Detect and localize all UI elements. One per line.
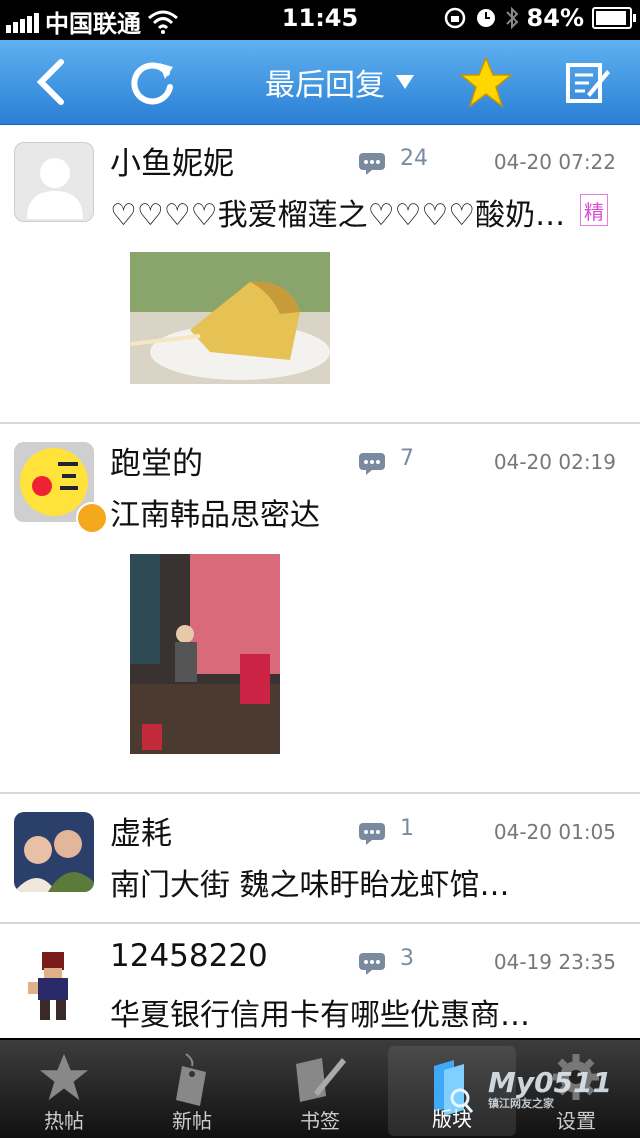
reply-count: 24 (400, 146, 428, 171)
comment-icon (359, 953, 385, 975)
thread-subject[interactable]: 华夏银行信用卡有哪些优惠商… (110, 990, 530, 1034)
thread-thumbnail[interactable] (130, 554, 280, 754)
post-date: 04-20 07:22 (493, 150, 616, 174)
avatar[interactable] (14, 812, 94, 892)
username[interactable]: 小鱼妮妮 (110, 138, 234, 183)
thread-subject[interactable]: ♡♡♡♡我爱榴莲之♡♡♡♡酸奶… (110, 190, 565, 234)
comment-icon (359, 823, 385, 845)
refresh-icon (131, 62, 173, 105)
thread-thumbnail[interactable] (130, 252, 330, 384)
avatar[interactable] (14, 942, 94, 1022)
refresh-button[interactable] (120, 40, 184, 124)
reply-count: 3 (400, 946, 414, 971)
triangle-down-icon (396, 75, 414, 89)
tab-label: 书签 (300, 1109, 340, 1133)
reply-count: 1 (400, 816, 414, 841)
username[interactable]: 虚耗 (110, 808, 172, 853)
thread-item[interactable]: 虚耗 1 04-20 01:05 南门大街 魏之味盱眙龙虾馆… (0, 794, 640, 924)
star-icon (459, 56, 513, 108)
thread-item[interactable]: 12458220 3 04-19 23:35 华夏银行信用卡有哪些优惠商… (0, 924, 640, 1038)
bookmark-icon (296, 1058, 346, 1102)
thread-item[interactable]: 小鱼妮妮 24 04-20 07:22 ♡♡♡♡我爱榴莲之♡♡♡♡酸奶… 精 (0, 124, 640, 424)
tab-new-posts[interactable]: 新帖 (128, 1040, 256, 1138)
thread-subject[interactable]: 江南韩品思密达 (110, 490, 320, 534)
nav-bar: 最后回复 (0, 40, 640, 125)
comment-icon (359, 453, 385, 475)
reply-count: 7 (400, 446, 414, 471)
star-icon (39, 1053, 89, 1101)
tab-label: 热帖 (44, 1109, 84, 1133)
post-date: 04-20 01:05 (493, 820, 616, 844)
user-level-badge (76, 502, 108, 534)
status-bar: 中国联通 11:45 84% (0, 0, 640, 40)
site-watermark: My0511 镇江网友之家 (488, 1066, 612, 1111)
tab-label: 新帖 (172, 1109, 212, 1133)
default-avatar-icon (27, 158, 83, 219)
back-button[interactable] (20, 40, 80, 124)
sort-title: 最后回复 (265, 68, 385, 103)
username[interactable]: 跑堂的 (110, 438, 203, 483)
sort-dropdown[interactable]: 最后回复 (240, 40, 440, 124)
battery-percent: 84% (526, 4, 584, 32)
avatar[interactable] (14, 142, 94, 222)
comment-icon (359, 153, 385, 175)
thread-item[interactable]: 跑堂的 7 04-20 02:19 江南韩品思密达 (0, 424, 640, 794)
compose-icon (566, 63, 610, 103)
post-date: 04-19 23:35 (493, 950, 616, 974)
tag-icon (176, 1053, 206, 1106)
tab-bookmarks[interactable]: 书签 (256, 1040, 384, 1138)
tab-hot-posts[interactable]: 热帖 (0, 1040, 128, 1138)
user-avatar-image (28, 952, 68, 1020)
user-avatar-image (14, 812, 94, 892)
rotation-lock-icon (444, 7, 465, 29)
bluetooth-icon (505, 6, 518, 30)
username[interactable]: 12458220 (110, 938, 268, 974)
compose-button[interactable] (556, 40, 620, 124)
thread-list: 小鱼妮妮 24 04-20 07:22 ♡♡♡♡我爱榴莲之♡♡♡♡酸奶… 精 跑… (0, 124, 640, 1038)
post-date: 04-20 02:19 (493, 450, 616, 474)
featured-badge: 精 (580, 194, 608, 226)
alarm-icon (476, 9, 495, 27)
back-arrow-icon (36, 59, 64, 105)
battery-icon (592, 7, 636, 29)
thread-subject[interactable]: 南门大街 魏之味盱眙龙虾馆… (110, 860, 510, 904)
favorite-button[interactable] (454, 40, 518, 124)
